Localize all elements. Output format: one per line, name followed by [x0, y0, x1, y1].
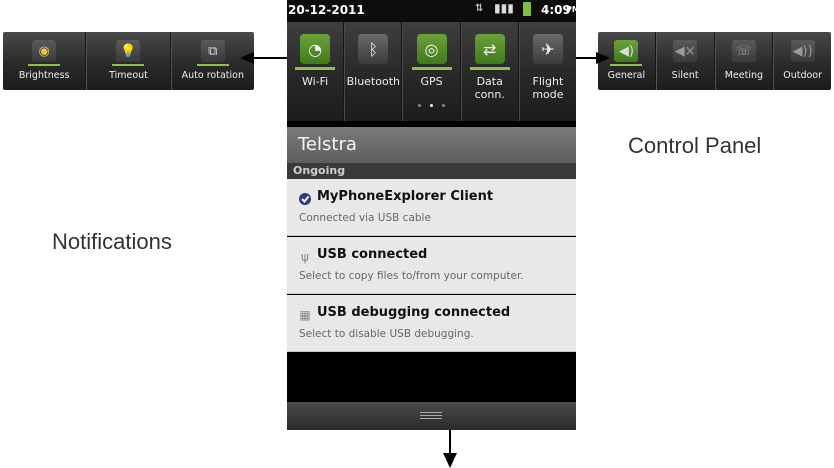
qs-label-bluetooth: Bluetooth [346, 75, 400, 88]
notifications-caption: Notifications [52, 229, 172, 254]
bluetooth-icon: ᛒ [358, 34, 389, 64]
notification-title: MyPhoneExplorer Client [317, 189, 494, 204]
qs-label-data: Data conn. [474, 75, 505, 101]
timeout-label: Timeout [109, 70, 148, 81]
left-settings-panel: ◉ Brightness 💡 Timeout ⧉ Auto rotation [3, 32, 254, 90]
phone-screen: 20-12-2011 ⇅ ▮▮▮ 4:09 PM ◔ Wi-Fi ᛒ Bluet… [287, 0, 576, 430]
brightness-icon: ◉ [28, 40, 61, 66]
profile-meeting-label: Meeting [724, 70, 764, 81]
page-indicator [287, 104, 576, 107]
profile-general-label: General [607, 70, 646, 81]
page-dot-active [430, 104, 433, 107]
notification-usb-connected[interactable]: ψ USB connected Select to copy files to/… [287, 237, 576, 294]
notification-title: USB debugging connected [317, 305, 511, 320]
drawer-close-handle[interactable] [287, 402, 576, 430]
timeout-toggle[interactable]: 💡 Timeout [86, 32, 171, 90]
control-panel-caption: Control Panel [628, 133, 762, 158]
profile-silent-label: Silent [671, 70, 699, 81]
grip-line [420, 415, 442, 416]
data-connection-icon: ⇄ [469, 34, 510, 70]
notification-title: USB connected [317, 247, 428, 262]
status-ampm: PM [566, 5, 576, 14]
right-sound-profile-panel: ◀) General ◀× Silent ☏ Meeting ◀)) Outdo… [598, 32, 831, 90]
brightness-toggle[interactable]: ◉ Brightness [3, 32, 87, 90]
notification-subtitle: Select to copy files to/from your comput… [299, 270, 524, 282]
notification-usb-debugging[interactable]: ▦ USB debugging connected Select to disa… [287, 295, 576, 352]
profile-outdoor[interactable]: ◀)) Outdoor [773, 32, 831, 90]
brightness-label: Brightness [18, 70, 70, 81]
status-date: 20-12-2011 [288, 3, 365, 17]
qs-label-wifi: Wi-Fi [301, 75, 329, 88]
profile-outdoor-label: Outdoor [783, 70, 823, 81]
sound-meeting-icon: ☏ [731, 40, 756, 62]
qs-label-flight: Flight mode [532, 75, 564, 101]
grip-line [420, 418, 442, 419]
profile-meeting[interactable]: ☏ Meeting [714, 32, 774, 90]
notification-myphoneexplorer[interactable]: MyPhoneExplorer Client Connected via USB… [287, 179, 576, 236]
notification-subtitle: Connected via USB cable [299, 212, 431, 224]
sound-silent-icon: ◀× [673, 40, 698, 62]
usb-icon: ψ [301, 250, 309, 264]
battery-charging-icon [523, 2, 531, 16]
profile-silent[interactable]: ◀× Silent [655, 32, 715, 90]
sound-outdoor-icon: ◀)) [790, 40, 815, 62]
timeout-bulb-icon: 💡 [112, 40, 145, 66]
grip-line [420, 412, 442, 413]
myphoneexplorer-icon [298, 192, 312, 206]
section-header-ongoing: Ongoing [287, 163, 576, 179]
qs-label-gps: GPS [420, 75, 443, 88]
gps-icon: ◎ [411, 34, 452, 70]
signal-3g-icon: ▮▮▮ [494, 1, 514, 15]
status-bar: 20-12-2011 ⇅ ▮▮▮ 4:09 PM [287, 0, 576, 22]
page-dot [418, 104, 421, 107]
myphoneexplorer-glyph [299, 193, 311, 205]
auto-rotation-label: Auto rotation [181, 70, 244, 81]
airplane-icon: ✈ [532, 34, 563, 64]
carrier-header: Telstra [287, 127, 576, 163]
sound-general-icon: ◀) [610, 40, 643, 66]
wifi-icon: ◔ [295, 34, 336, 70]
data-transfer-icon: ⇅ [475, 3, 484, 14]
notification-subtitle: Select to disable USB debugging. [299, 328, 474, 340]
auto-rotation-icon: ⧉ [196, 40, 229, 66]
android-debug-icon: ▦ [299, 308, 311, 322]
page-dot [442, 104, 445, 107]
